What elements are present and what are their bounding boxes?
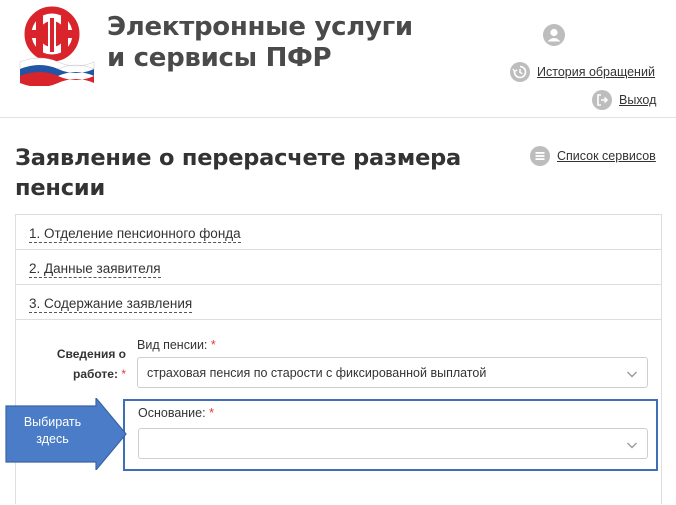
page-title: Заявление о перерасчете размера пенсии	[15, 143, 485, 203]
accordion-item-pension-office[interactable]: 1. Отделение пенсионного фонда	[16, 215, 661, 250]
reason-select[interactable]	[138, 428, 648, 459]
page-title-line-1: Заявление о перерасчете размера	[15, 145, 462, 171]
logout-link[interactable]: Выход	[592, 90, 656, 110]
user-avatar-icon	[543, 24, 565, 46]
required-mark: *	[121, 367, 126, 381]
services-list-label[interactable]: Список сервисов	[557, 149, 656, 163]
site-title-line-2: и сервисы ПФР	[107, 43, 332, 73]
history-icon	[510, 62, 530, 82]
logout-icon	[592, 90, 612, 110]
pension-type-select[interactable]: страховая пенсия по старости с фиксирова…	[137, 357, 648, 388]
callout-text: Выбирать здесь	[10, 414, 95, 448]
chevron-down-icon	[627, 442, 637, 449]
accordion-item-label[interactable]: 2. Данные заявителя	[29, 261, 161, 278]
pension-type-label: Вид пенсии: *	[137, 338, 216, 352]
callout-text-line-2: здесь	[36, 432, 69, 446]
pension-type-label-text: Вид пенсии:	[137, 338, 208, 352]
work-info-section-label: Сведения о работе: *	[30, 344, 126, 384]
history-link-label[interactable]: История обращений	[537, 65, 655, 79]
required-mark: *	[210, 338, 216, 352]
section-label-line-2: работе:	[72, 367, 118, 381]
site-title-line-1: Электронные услуги	[107, 12, 413, 42]
reason-label-text: Основание:	[138, 406, 206, 420]
accordion-item-label[interactable]: 1. Отделение пенсионного фонда	[29, 226, 241, 243]
logout-link-label[interactable]: Выход	[619, 93, 656, 107]
callout-text-line-1: Выбирать	[23, 415, 82, 429]
site-header: Электронные услуги и сервисы ПФР История…	[0, 0, 676, 118]
user-avatar[interactable]	[543, 24, 565, 46]
required-mark: *	[209, 406, 214, 420]
accordion-item-applicant-data[interactable]: 2. Данные заявителя	[16, 250, 661, 285]
history-link[interactable]: История обращений	[510, 62, 655, 82]
services-list-link[interactable]: Список сервисов	[530, 146, 656, 166]
pfr-logo[interactable]	[14, 6, 96, 87]
list-icon	[530, 146, 550, 166]
site-title: Электронные услуги и сервисы ПФР	[107, 12, 413, 74]
pension-type-selected-value: страховая пенсия по старости с фиксирова…	[147, 366, 487, 380]
accordion-item-label[interactable]: 3. Содержание заявления	[29, 296, 193, 313]
section-label-line-1: Сведения о	[56, 347, 126, 361]
reason-label: Основание: *	[138, 406, 214, 420]
pfr-logo-icon	[19, 6, 95, 87]
page-title-line-2: пенсии	[15, 175, 106, 201]
accordion-item-application-content[interactable]: 3. Содержание заявления	[16, 285, 661, 320]
chevron-down-icon	[627, 371, 637, 378]
